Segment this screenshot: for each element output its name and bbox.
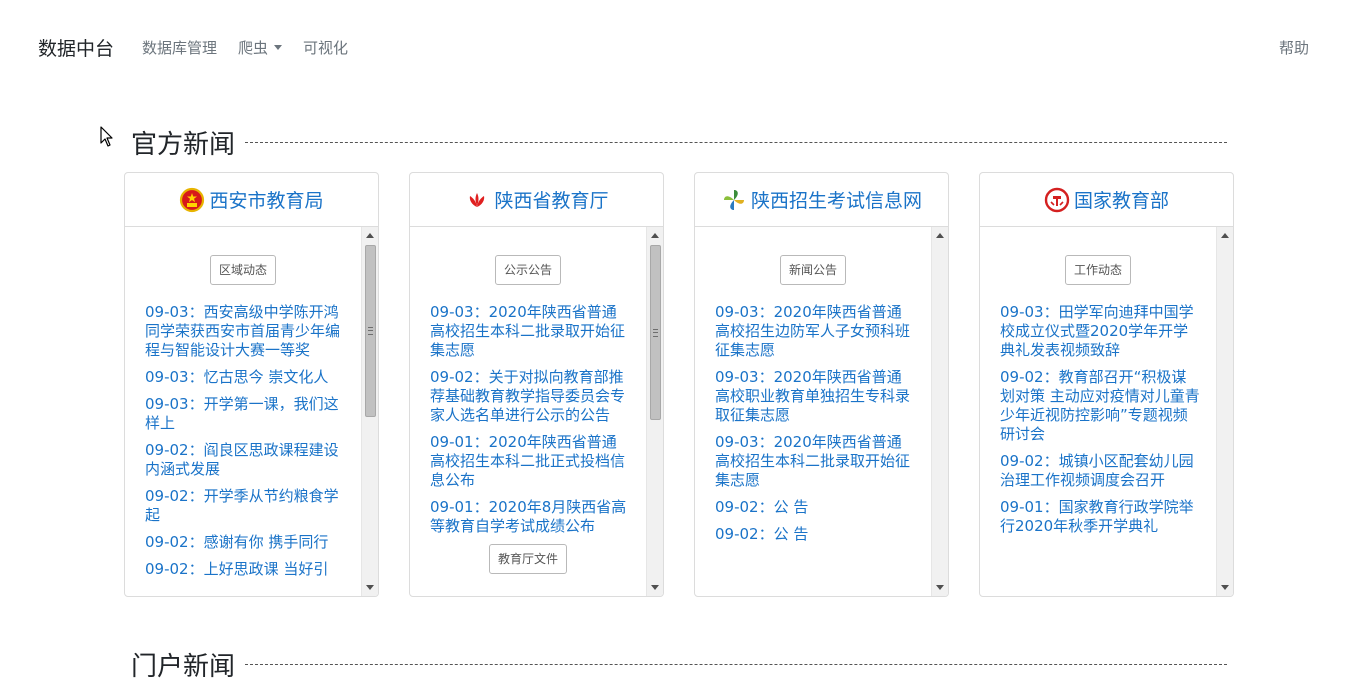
news-link[interactable]: 09-02：上好思政课 当好引 <box>145 560 345 579</box>
scroll-down-arrow-icon[interactable] <box>651 585 659 590</box>
scroll-down-arrow-icon[interactable] <box>936 585 944 590</box>
news-link[interactable]: 09-03：2020年陕西省普通高校招生本科二批录取开始征集志愿 <box>715 433 915 490</box>
card-scroll-area[interactable]: 工作动态 09-03：田学军向迪拜中国学校成立仪式暨2020学年开学典礼发表视频… <box>980 227 1233 596</box>
chevron-down-icon <box>274 44 283 50</box>
moe-emblem-icon <box>1044 187 1070 212</box>
card-title[interactable]: 西安市教育局 <box>209 186 323 213</box>
section-divider <box>245 664 1227 665</box>
card-scroll-area[interactable]: 公示公告 09-03：2020年陕西省普通高校招生本科二批录取开始征集志愿 09… <box>410 227 663 596</box>
news-link[interactable]: 09-03：开学第一课，我们这样上 <box>145 395 345 433</box>
section-title-portal-news: 门户新闻 <box>131 652 236 682</box>
news-link[interactable]: 09-03：2020年陕西省普通高校职业教育单独招生专科录取征集志愿 <box>715 368 915 425</box>
national-emblem-icon <box>180 187 205 212</box>
news-card-xian-education-bureau: 西安市教育局 区域动态 09-03：西安高级中学陈开鸿同学荣获西安市首届青少年编… <box>124 172 379 597</box>
vertical-scrollbar[interactable] <box>646 227 663 596</box>
vertical-scrollbar[interactable] <box>1216 227 1233 596</box>
mouse-cursor-icon <box>100 126 113 147</box>
news-link[interactable]: 09-02：教育部召开“积极谋划对策 主动应对疫情对儿童青少年近视防控影响”专题… <box>1000 368 1200 444</box>
red-flower-logo-icon <box>470 192 485 207</box>
section-title-official-news: 官方新闻 <box>131 130 236 160</box>
nav-crawler-label: 爬虫 <box>238 39 269 57</box>
top-navbar: 数据中台 数据库管理 爬虫 可视化 帮助 <box>0 0 1371 96</box>
nav-crawler-dropdown[interactable]: 爬虫 <box>238 37 283 58</box>
nav-visualization[interactable]: 可视化 <box>303 37 348 58</box>
news-card-shaanxi-education-department: 陕西省教育厅 公示公告 09-03：2020年陕西省普通高校招生本科二批录取开始… <box>409 172 664 597</box>
news-link[interactable]: 09-02：开学季从节约粮食学起 <box>145 487 345 525</box>
category-button[interactable]: 公示公告 <box>494 255 561 285</box>
news-link[interactable]: 09-01：2020年8月陕西省高等教育自学考试成绩公布 <box>430 498 630 536</box>
scroll-down-arrow-icon[interactable] <box>366 585 374 590</box>
scroll-up-arrow-icon[interactable] <box>366 233 374 238</box>
news-link[interactable]: 09-03：2020年陕西省普通高校招生本科二批录取开始征集志愿 <box>430 303 630 360</box>
card-header: 陕西招生考试信息网 <box>695 173 948 227</box>
news-list: 09-03：田学军向迪拜中国学校成立仪式暨2020学年开学典礼发表视频致辞 09… <box>1000 303 1218 536</box>
news-link[interactable]: 09-02：城镇小区配套幼儿园治理工作视频调度会召开 <box>1000 452 1200 490</box>
card-header: 国家教育部 <box>980 173 1233 227</box>
card-title[interactable]: 国家教育部 <box>1074 186 1169 213</box>
category-button-secondary[interactable]: 教育厅文件 <box>488 544 567 574</box>
card-title[interactable]: 陕西招生考试信息网 <box>751 186 922 213</box>
card-header: 陕西省教育厅 <box>410 173 663 227</box>
news-link[interactable]: 09-03：2020年陕西省普通高校招生边防军人子女预科班征集志愿 <box>715 303 915 360</box>
category-button[interactable]: 区域动态 <box>209 255 276 285</box>
news-list: 09-03：2020年陕西省普通高校招生本科二批录取开始征集志愿 09-02：关… <box>430 303 648 536</box>
news-card-ministry-of-education: 国家教育部 工作动态 09-03：田学军向迪拜中国学校成立仪式暨2020学年开学… <box>979 172 1234 597</box>
scrollbar-thumb[interactable] <box>365 245 376 417</box>
pinwheel-logo-icon <box>723 189 744 210</box>
vertical-scrollbar[interactable] <box>931 227 948 596</box>
scroll-up-arrow-icon[interactable] <box>651 233 659 238</box>
nav-help[interactable]: 帮助 <box>1279 37 1309 58</box>
news-link[interactable]: 09-02：公 告 <box>715 525 915 544</box>
news-list: 09-03：2020年陕西省普通高校招生边防军人子女预科班征集志愿 09-03：… <box>715 303 933 544</box>
news-link[interactable]: 09-03：西安高级中学陈开鸿同学荣获西安市首届青少年编程与智能设计大赛一等奖 <box>145 303 345 360</box>
news-link[interactable]: 09-02：阎良区思政课程建设内涵式发展 <box>145 441 345 479</box>
card-scroll-area[interactable]: 区域动态 09-03：西安高级中学陈开鸿同学荣获西安市首届青少年编程与智能设计大… <box>125 227 378 596</box>
scroll-up-arrow-icon[interactable] <box>1221 233 1229 238</box>
news-link[interactable]: 09-02：感谢有你 携手同行 <box>145 533 345 552</box>
vertical-scrollbar[interactable] <box>361 227 378 596</box>
scroll-down-arrow-icon[interactable] <box>1221 585 1229 590</box>
scrollbar-thumb[interactable] <box>650 245 661 420</box>
news-link[interactable]: 09-02：关于对拟向教育部推荐基础教育教学指导委员会专家人选名单进行公示的公告 <box>430 368 630 425</box>
news-link[interactable]: 09-01：国家教育行政学院举行2020年秋季开学典礼 <box>1000 498 1200 536</box>
scroll-up-arrow-icon[interactable] <box>936 233 944 238</box>
news-card-shaanxi-admissions-exam: 陕西招生考试信息网 新闻公告 09-03：2020年陕西省普通高校招生边防军人子… <box>694 172 949 597</box>
category-button[interactable]: 新闻公告 <box>779 255 846 285</box>
news-link[interactable]: 09-02：公 告 <box>715 498 915 517</box>
news-list: 09-03：西安高级中学陈开鸿同学荣获西安市首届青少年编程与智能设计大赛一等奖 … <box>145 303 363 579</box>
news-link[interactable]: 09-03：田学军向迪拜中国学校成立仪式暨2020学年开学典礼发表视频致辞 <box>1000 303 1200 360</box>
brand-logo-text[interactable]: 数据中台 <box>38 34 114 61</box>
section-divider <box>245 142 1227 143</box>
nav-database-management[interactable]: 数据库管理 <box>142 37 217 58</box>
card-scroll-area[interactable]: 新闻公告 09-03：2020年陕西省普通高校招生边防军人子女预科班征集志愿 0… <box>695 227 948 596</box>
news-link[interactable]: 09-03：忆古思今 崇文化人 <box>145 368 345 387</box>
card-title[interactable]: 陕西省教育厅 <box>494 186 608 213</box>
category-button[interactable]: 工作动态 <box>1064 255 1131 285</box>
card-header: 西安市教育局 <box>125 173 378 227</box>
news-link[interactable]: 09-01：2020年陕西省普通高校招生本科二批正式投档信息公布 <box>430 433 630 490</box>
